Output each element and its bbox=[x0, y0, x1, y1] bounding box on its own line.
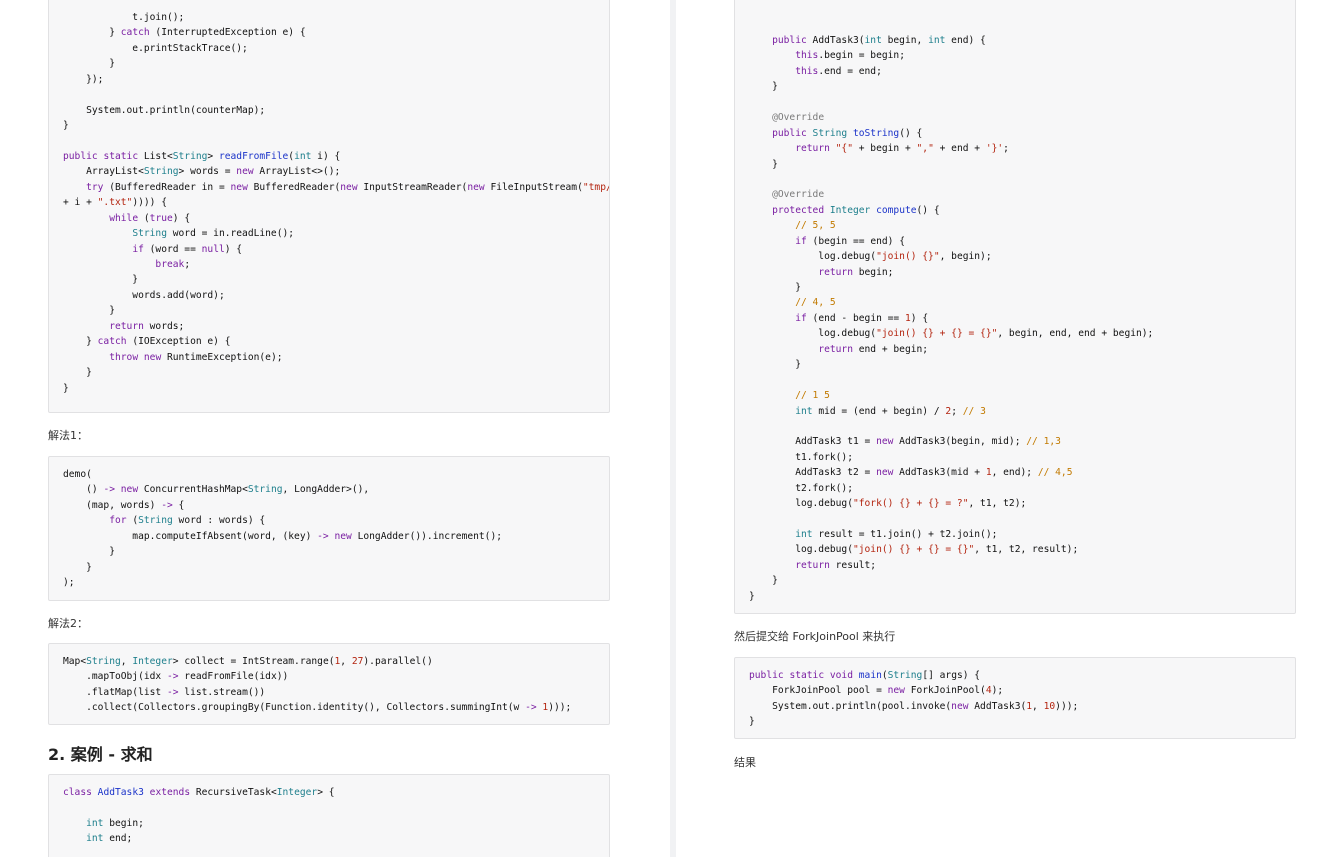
left-page: t.join(); } catch (InterruptedException … bbox=[0, 0, 670, 857]
code-line: } bbox=[63, 58, 115, 70]
submit-to-forkjoinpool-label: 然后提交给 ForkJoinPool 来执行 bbox=[734, 630, 896, 643]
code-line: for (String word : words) { bbox=[109, 515, 266, 527]
code-line: try (BufferedReader in = new BufferedRea… bbox=[86, 181, 609, 193]
code-line: } bbox=[63, 546, 115, 558]
code-block-solution-2: Map<String, Integer> collect = IntStream… bbox=[48, 643, 610, 725]
code-line: public static void main(String[] args) { bbox=[749, 670, 981, 681]
code-block-read-from-file: t.join(); } catch (InterruptedException … bbox=[48, 0, 610, 413]
code-line: .collect(Collectors.groupingBy(Function.… bbox=[63, 702, 572, 714]
code-line: class AddTask3 extends RecursiveTask<Int… bbox=[63, 787, 335, 798]
code-line: } bbox=[749, 81, 778, 93]
code-line: t1.fork(); bbox=[749, 451, 853, 463]
section-heading: 2. 案例 - 求和 bbox=[48, 745, 153, 764]
code-line: while (true) { bbox=[109, 212, 191, 224]
code-line: int end; bbox=[86, 833, 133, 845]
code-block-main: public static void main(String[] args) {… bbox=[734, 657, 1296, 739]
code-line: } bbox=[749, 716, 755, 728]
code-line: break; bbox=[155, 259, 191, 270]
code-line: protected Integer compute() { bbox=[772, 204, 940, 216]
code-line: ArrayList<String> words = new ArrayList<… bbox=[63, 166, 341, 178]
code-line: } bbox=[63, 305, 115, 317]
code-line: return begin; bbox=[818, 266, 894, 278]
code-line: ForkJoinPool pool = new ForkJoinPool(4); bbox=[749, 685, 1004, 697]
solution-1-label: 解法1： bbox=[48, 429, 88, 442]
code-line: @Override bbox=[772, 189, 825, 201]
code-line: .flatMap(list -> list.stream()) bbox=[63, 686, 266, 698]
code-line: AddTask3 t2 = new AddTask3(mid + 1, end)… bbox=[749, 467, 1073, 479]
code-line: map.computeIfAbsent(word, (key) -> new L… bbox=[63, 530, 503, 542]
code-line: int result = t1.join() + t2.join(); bbox=[795, 529, 998, 540]
code-line: public static List<String> readFromFile(… bbox=[63, 150, 341, 162]
code-line: } bbox=[63, 274, 139, 286]
code-line: @Override bbox=[772, 112, 825, 124]
code-line: () -> new ConcurrentHashMap<String, Long… bbox=[63, 484, 370, 496]
solution-2-label: 解法2： bbox=[48, 617, 88, 630]
code-line: return result; bbox=[795, 559, 877, 571]
code-line: this.begin = begin; bbox=[795, 50, 905, 62]
code-line: log.debug("fork() {} + {} = ?", t1, t2); bbox=[749, 498, 1027, 510]
code-block-addtask3-methods: public AddTask3(int begin, int end) { th… bbox=[734, 0, 1296, 614]
code-line: throw new RuntimeException(e); bbox=[109, 351, 283, 363]
code-line: Map<String, Integer> collect = IntStream… bbox=[63, 656, 433, 667]
code-line: ); bbox=[63, 577, 75, 589]
code-line: return end + begin; bbox=[818, 343, 929, 355]
code-line: return words; bbox=[109, 320, 185, 332]
code-line: words.add(word); bbox=[63, 289, 225, 301]
code-line: t2.fork(); bbox=[749, 482, 853, 494]
code-line: } catch (IOException e) { bbox=[63, 336, 231, 348]
code-line: int begin; bbox=[86, 817, 144, 829]
code-line: } bbox=[749, 590, 755, 602]
code-line: .mapToObj(idx -> readFromFile(idx)) bbox=[63, 671, 289, 683]
code-line: } bbox=[63, 382, 69, 394]
code-line: String word = in.readLine(); bbox=[132, 228, 295, 240]
code-line: // 5, 5 bbox=[795, 220, 836, 232]
code-line: } bbox=[749, 282, 801, 293]
code-line: public String toString() { bbox=[772, 127, 923, 139]
code-line: // 4, 5 bbox=[795, 297, 836, 309]
code-line: e.printStackTrace(); bbox=[63, 42, 248, 54]
code-line: System.out.println(counterMap); bbox=[63, 104, 266, 116]
code-line: int mid = (end + begin) / 2; // 3 bbox=[795, 405, 986, 417]
code-block-addtask3-class: class AddTask3 extends RecursiveTask<Int… bbox=[48, 774, 610, 857]
right-page: public AddTask3(int begin, int end) { th… bbox=[676, 0, 1327, 857]
code-line: demo( bbox=[63, 469, 92, 480]
code-line: } bbox=[749, 359, 801, 371]
code-line: // 1 5 bbox=[795, 390, 830, 402]
code-line: if (end - begin == 1) { bbox=[795, 312, 929, 324]
code-line: + i + ".txt")))) { bbox=[63, 197, 167, 209]
code-line: AddTask3 t1 = new AddTask3(begin, mid); … bbox=[749, 436, 1061, 448]
code-line: } catch (InterruptedException e) { bbox=[63, 27, 306, 39]
code-line: public AddTask3(int begin, int end) { bbox=[772, 35, 986, 46]
code-line: System.out.println(pool.invoke(new AddTa… bbox=[749, 700, 1079, 712]
code-line: t.join(); bbox=[63, 12, 185, 23]
code-line: } bbox=[63, 561, 92, 573]
code-line: } bbox=[63, 367, 92, 379]
code-line: } bbox=[749, 158, 778, 170]
code-line: return "{" + begin + "," + end + '}'; bbox=[795, 143, 1009, 155]
code-line: } bbox=[749, 575, 778, 587]
code-line: if (begin == end) { bbox=[795, 235, 905, 247]
code-line: } bbox=[63, 120, 69, 132]
code-line: log.debug("join() {} + {} = {}", begin, … bbox=[749, 328, 1154, 340]
code-line: if (word == null) { bbox=[132, 243, 243, 255]
code-block-solution-1: demo( () -> new ConcurrentHashMap<String… bbox=[48, 456, 610, 601]
code-line: this.end = end; bbox=[795, 65, 882, 77]
code-line: log.debug("join() {}", begin); bbox=[749, 251, 992, 263]
code-line: }); bbox=[63, 73, 104, 85]
code-line: (map, words) -> { bbox=[63, 499, 185, 511]
result-label: 结果 bbox=[734, 756, 756, 769]
code-line: log.debug("join() {} + {} = {}", t1, t2,… bbox=[749, 544, 1079, 556]
